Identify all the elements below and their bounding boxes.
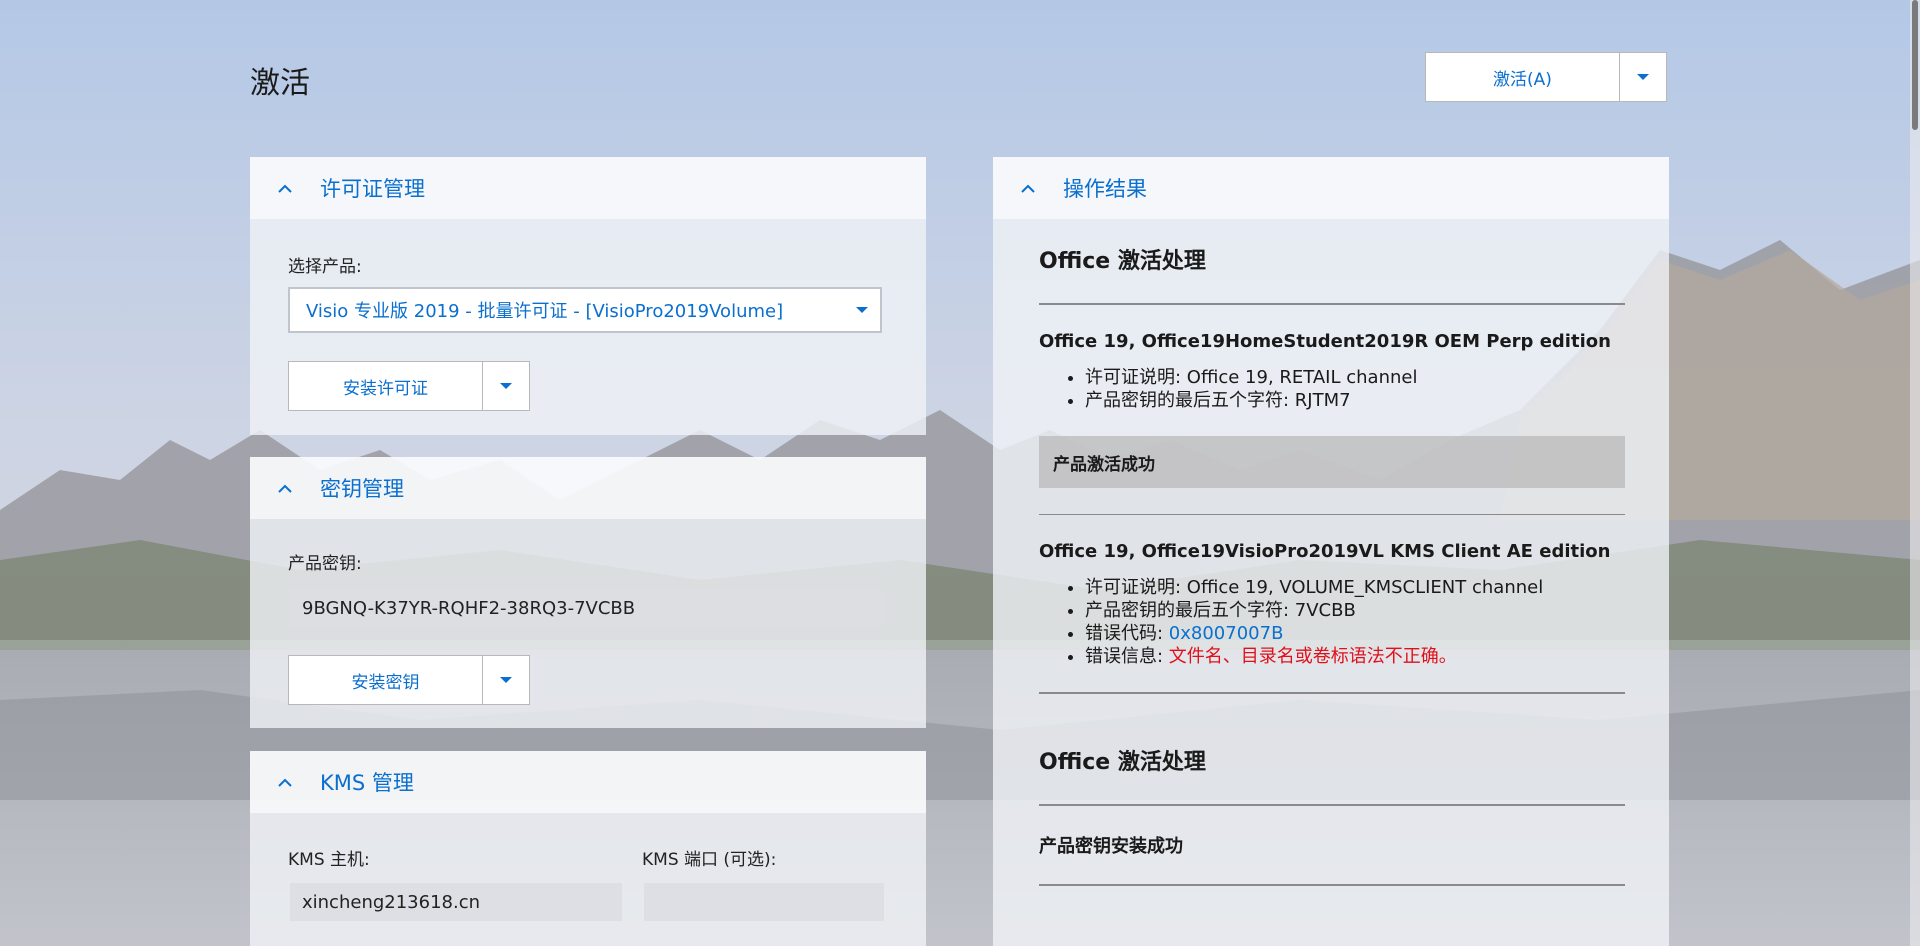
page-scrollbar[interactable] [1910,0,1920,946]
product-select[interactable]: Visio 专业版 2019 - 批量许可证 - [VisioPro2019Vo… [288,287,882,333]
list-item: 许可证说明: Office 19, RETAIL channel [1085,366,1625,389]
chevron-down-icon [856,307,868,313]
product-details-list: 许可证说明: Office 19, RETAIL channel 产品密钥的最后… [1039,366,1625,412]
chevron-up-icon [250,484,320,493]
chevron-up-icon [250,778,320,787]
divider [1039,692,1625,694]
install-license-button[interactable]: 安装许可证 [288,361,483,411]
kms-panel-body: KMS 主机: xincheng213618.cn KMS 端口 (可选): [250,813,926,946]
results-panel-header[interactable]: 操作结果 [993,157,1669,219]
list-item: 许可证说明: Office 19, VOLUME_KMSCLIENT chann… [1085,576,1625,599]
product-key-input[interactable]: 9BGNQ-K37YR-RQHF2-38RQ3-7VCBB [290,589,884,627]
chevron-up-icon [250,184,320,193]
kms-port-input[interactable] [644,883,884,921]
install-license-dropdown-button[interactable] [483,361,530,411]
product-key-label: 产品密钥: [288,554,362,574]
select-product-label: 选择产品: [288,257,362,277]
install-key-dropdown-button[interactable] [483,655,530,705]
key-panel-header[interactable]: 密钥管理 [250,457,926,519]
license-panel-header[interactable]: 许可证管理 [250,157,926,219]
section-heading: Office 激活处理 [1039,750,1206,775]
product-select-value: Visio 专业版 2019 - 批量许可证 - [VisioPro2019Vo… [306,301,784,322]
kms-host-label: KMS 主机: [288,850,370,870]
divider [1039,303,1625,305]
product-details-list: 许可证说明: Office 19, VOLUME_KMSCLIENT chann… [1039,576,1625,668]
chevron-down-icon [1637,74,1649,80]
license-panel-title: 许可证管理 [320,177,425,201]
divider [1039,514,1625,515]
error-code-link[interactable]: 0x8007007B [1169,623,1284,644]
status-banner: 产品激活成功 [1039,436,1625,488]
product-name: Office 19, Office19VisioPro2019VL KMS Cl… [1039,541,1611,562]
activate-dropdown-button[interactable] [1620,52,1667,102]
scrollbar-thumb[interactable] [1912,0,1918,130]
results-panel-title: 操作结果 [1063,177,1147,201]
product-name: Office 19, Office19HomeStudent2019R OEM … [1039,331,1611,352]
activate-split-button[interactable]: 激活(A) [1425,52,1667,102]
kms-panel-header[interactable]: KMS 管理 [250,751,926,813]
install-key-button[interactable]: 安装密钥 [288,655,483,705]
section-heading: Office 激活处理 [1039,249,1206,274]
key-panel: 密钥管理 产品密钥: 9BGNQ-K37YR-RQHF2-38RQ3-7VCBB… [250,457,926,728]
key-panel-body: 产品密钥: 9BGNQ-K37YR-RQHF2-38RQ3-7VCBB 安装密钥 [250,519,926,728]
kms-port-label: KMS 端口 (可选): [642,850,777,870]
list-item: 错误信息: 文件名、目录名或卷标语法不正确。 [1085,645,1625,668]
license-panel: 许可证管理 选择产品: Visio 专业版 2019 - 批量许可证 - [Vi… [250,157,926,435]
page-title: 激活 [250,66,310,101]
list-item: 错误代码: 0x8007007B [1085,622,1625,645]
chevron-down-icon [500,383,512,389]
results-panel: 操作结果 Office 激活处理 Office 19, Office19Home… [993,157,1669,946]
results-panel-body: Office 激活处理 Office 19, Office19HomeStude… [993,219,1669,946]
error-msg-label: 错误信息: [1085,646,1169,667]
divider [1039,804,1625,806]
kms-host-input[interactable]: xincheng213618.cn [290,883,622,921]
license-panel-body: 选择产品: Visio 专业版 2019 - 批量许可证 - [VisioPro… [250,219,926,435]
divider [1039,884,1625,886]
key-panel-title: 密钥管理 [320,477,404,501]
chevron-down-icon [500,677,512,683]
kms-panel: KMS 管理 KMS 主机: xincheng213618.cn KMS 端口 … [250,751,926,946]
error-message: 文件名、目录名或卷标语法不正确。 [1168,646,1457,667]
list-item: 产品密钥的最后五个字符: 7VCBB [1085,599,1625,622]
install-license-split-button[interactable]: 安装许可证 [288,361,530,411]
key-install-status: 产品密钥安装成功 [1039,836,1183,857]
kms-panel-title: KMS 管理 [320,771,414,795]
list-item: 产品密钥的最后五个字符: RJTM7 [1085,389,1625,412]
activate-button[interactable]: 激活(A) [1425,52,1620,102]
chevron-up-icon [993,184,1063,193]
install-key-split-button[interactable]: 安装密钥 [288,655,530,705]
error-code-label: 错误代码: [1085,623,1169,644]
